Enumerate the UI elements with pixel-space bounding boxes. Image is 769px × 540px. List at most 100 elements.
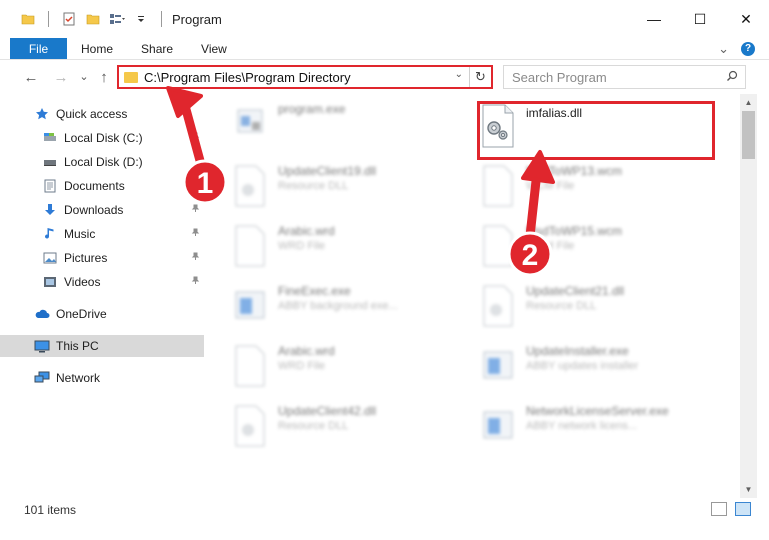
sidebar-item-label: This PC	[56, 339, 99, 353]
window-title: Program	[172, 11, 222, 27]
sidebar-item-local-disk-d[interactable]: Local Disk (D:)	[0, 151, 204, 173]
drive-icon	[42, 130, 58, 146]
file-item[interactable]: FineExec.exe ABBY background exe...	[232, 284, 472, 336]
help-icon[interactable]: ?	[741, 41, 755, 56]
file-list: program.exe imfalias.dll UpdateClient19.…	[212, 94, 740, 498]
file-name: MsdToWP13.wcm	[526, 164, 623, 178]
file-name: MsdToWP15.wcm	[526, 224, 623, 238]
sidebar-item-videos[interactable]: Videos	[0, 271, 204, 293]
large-icons-view-icon[interactable]	[735, 502, 751, 516]
folder-icon	[124, 71, 138, 83]
scroll-up-icon[interactable]: ▲	[740, 94, 757, 111]
file-item[interactable]: NetworkLicenseServer.exe ABBY network lic…	[480, 404, 720, 456]
vertical-scrollbar[interactable]: ▲ ▼	[740, 94, 757, 498]
file-item[interactable]: UpdateClient19.dll Resource DLL	[232, 164, 472, 216]
dll-icon	[235, 165, 265, 207]
pin-icon[interactable]	[191, 276, 200, 288]
file-name: FineExec.exe	[278, 284, 351, 298]
file-item[interactable]: MsdToWP13.wcm WCM File	[480, 164, 720, 216]
expand-ribbon-icon[interactable]: ⌄	[718, 41, 729, 57]
pin-icon[interactable]	[191, 132, 200, 144]
sidebar-item-quick-access[interactable]: Quick access	[0, 103, 204, 125]
sidebar-item-pictures[interactable]: Pictures	[0, 247, 204, 269]
file-name: UpdateClient19.dll	[278, 164, 377, 178]
sidebar-item-label: Documents	[64, 179, 125, 193]
sidebar-item-music[interactable]: Music	[0, 223, 204, 245]
file-item[interactable]: program.exe	[232, 102, 472, 154]
close-button[interactable]: ✕	[723, 0, 769, 38]
download-icon	[42, 202, 58, 218]
pin-icon[interactable]	[191, 204, 200, 216]
search-input[interactable]	[504, 69, 719, 85]
sidebar-item-local-disk-c[interactable]: Local Disk (C:)	[0, 127, 204, 149]
file-name: program.exe	[278, 102, 346, 116]
maximize-button[interactable]: ☐	[677, 0, 723, 38]
file-name: UpdateClient42.dll	[278, 404, 377, 418]
cloud-icon	[34, 306, 50, 322]
file-type: WCM File	[526, 240, 575, 252]
details-view-icon[interactable]	[711, 502, 727, 516]
file-item-imfalias[interactable]: imfalias.dll	[480, 104, 720, 156]
exe-icon	[237, 109, 263, 133]
search-icon[interactable]	[719, 70, 745, 85]
quick-access-toolbar	[0, 11, 166, 27]
app-icon	[235, 291, 265, 319]
up-button[interactable]: ↑	[93, 66, 115, 88]
pin-icon[interactable]	[191, 252, 200, 264]
pictures-icon	[42, 250, 58, 266]
scroll-down-icon[interactable]: ▼	[740, 481, 757, 498]
properties-icon[interactable]	[61, 11, 77, 27]
ribbon-tabs: File Home Share View ⌄ ?	[0, 38, 769, 60]
file-icon	[235, 345, 265, 387]
minimize-button[interactable]: —	[631, 0, 677, 38]
title-bar: Program — ☐ ✕	[0, 0, 769, 38]
back-button[interactable]: ←	[20, 66, 42, 88]
refresh-button[interactable]: ↻	[469, 67, 491, 87]
window-controls: — ☐ ✕	[631, 0, 769, 38]
file-item[interactable]: Arabic.wrd WRD File	[232, 224, 472, 276]
address-dropdown-icon[interactable]: ⌄	[455, 69, 463, 80]
file-icon	[483, 165, 513, 207]
sidebar-item-label: Downloads	[64, 203, 124, 217]
file-item[interactable]: Arabic.wrd WRD File	[232, 344, 472, 396]
sidebar-item-label: OneDrive	[56, 307, 107, 321]
recent-locations-button[interactable]: ⌄	[73, 65, 95, 87]
file-item[interactable]: MsdToWP15.wcm WCM File	[480, 224, 720, 276]
file-item[interactable]: UpdateClient42.dll Resource DLL	[232, 404, 472, 456]
tab-file[interactable]: File	[10, 38, 67, 59]
file-type: WCM File	[526, 180, 575, 192]
sidebar-item-label: Quick access	[56, 107, 128, 121]
sidebar-item-documents[interactable]: Documents	[0, 175, 204, 197]
sidebar-item-onedrive[interactable]: OneDrive	[0, 303, 204, 325]
view-toggle-icon[interactable]	[109, 11, 125, 27]
address-bar[interactable]: C:\Program Files\Program Directory ⌄ ↻	[117, 65, 493, 89]
sidebar-item-network[interactable]: Network	[0, 367, 204, 389]
file-icon	[235, 225, 265, 267]
navigation-bar: ← → ⌄ ↑ C:\Program Files\Program Directo…	[0, 60, 769, 94]
tab-share[interactable]: Share	[127, 38, 187, 59]
file-type: WRD File	[278, 240, 326, 252]
navigation-pane: Quick access Local Disk (C:) Local Disk …	[0, 100, 208, 490]
sidebar-item-this-pc[interactable]: This PC	[0, 335, 204, 357]
search-box[interactable]	[503, 65, 746, 89]
tab-view[interactable]: View	[187, 38, 241, 59]
pin-icon[interactable]	[191, 180, 200, 192]
new-folder-icon[interactable]	[85, 11, 101, 27]
documents-icon	[42, 178, 58, 194]
folder-icon[interactable]	[20, 11, 36, 27]
computer-icon	[34, 338, 50, 354]
pin-icon[interactable]	[191, 228, 200, 240]
item-count: 101 items	[24, 503, 77, 517]
customize-toolbar-icon[interactable]	[133, 11, 149, 27]
tab-home[interactable]: Home	[67, 38, 127, 59]
file-item[interactable]: UpdateClient21.dll Resource DLL	[480, 284, 720, 336]
dll-icon	[483, 285, 513, 327]
sidebar-item-downloads[interactable]: Downloads	[0, 199, 204, 221]
file-name: UpdateClient21.dll	[526, 284, 625, 298]
file-item[interactable]: UpdateInstaller.exe ABBY updates installe…	[480, 344, 720, 396]
scroll-thumb[interactable]	[742, 111, 755, 159]
sidebar-item-label: Music	[64, 227, 96, 241]
view-buttons	[711, 502, 751, 516]
star-icon	[34, 106, 50, 122]
forward-button[interactable]: →	[50, 66, 72, 88]
